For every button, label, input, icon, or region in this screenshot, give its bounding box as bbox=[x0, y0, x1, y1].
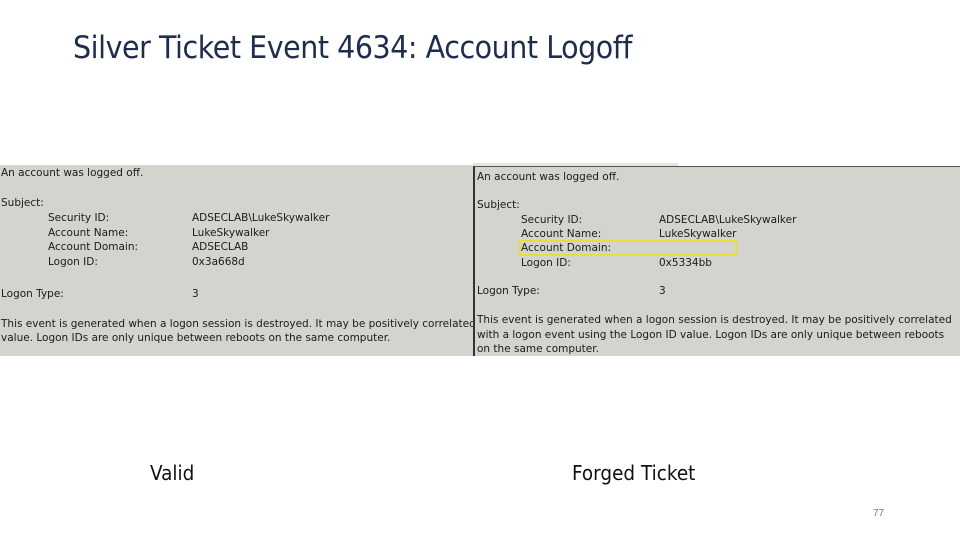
valid-caption: Valid bbox=[150, 461, 195, 485]
event-description: This event is generated when a logon ses… bbox=[477, 314, 952, 355]
forged-caption: Forged Ticket bbox=[572, 461, 696, 485]
account-domain-label: Account Domain: bbox=[48, 241, 139, 253]
logon-id-label: Logon ID: bbox=[521, 257, 571, 269]
logon-id-value: 0x3a668d bbox=[192, 256, 245, 268]
security-id-value: ADSECLAB\LukeSkywalker bbox=[659, 214, 797, 226]
forged-event-screenshot: An account was logged off. Subject: Secu… bbox=[473, 166, 960, 356]
account-name-value: LukeSkywalker bbox=[192, 227, 270, 239]
event-heading: An account was logged off. bbox=[1, 167, 144, 179]
valid-event-screenshot: An account was logged off. Subject: Secu… bbox=[0, 165, 473, 356]
security-id-label: Security ID: bbox=[521, 214, 583, 226]
security-id-value: ADSECLAB\LukeSkywalker bbox=[192, 212, 330, 224]
subject-label: Subject: bbox=[1, 197, 44, 209]
logon-id-value: 0x5334bb bbox=[659, 257, 712, 269]
account-domain-label: Account Domain: bbox=[521, 242, 612, 254]
logon-type-value: 3 bbox=[659, 285, 666, 297]
security-id-label: Security ID: bbox=[48, 212, 110, 224]
logon-type-value: 3 bbox=[192, 288, 199, 300]
event-description-line-1: This event is generated when a logon ses… bbox=[1, 318, 473, 330]
subject-label: Subject: bbox=[477, 199, 520, 211]
logon-type-label: Logon Type: bbox=[1, 288, 64, 300]
event-heading: An account was logged off. bbox=[477, 171, 620, 183]
page-number: 77 bbox=[873, 508, 885, 519]
account-name-label: Account Name: bbox=[48, 227, 129, 239]
event-description-line-2: value. Logon IDs are only unique between… bbox=[1, 332, 391, 344]
logon-type-label: Logon Type: bbox=[477, 285, 540, 297]
account-domain-value: ADSECLAB bbox=[192, 241, 249, 253]
logon-id-label: Logon ID: bbox=[48, 256, 98, 268]
slide-title: Silver Ticket Event 4634: Account Logoff bbox=[73, 30, 632, 66]
